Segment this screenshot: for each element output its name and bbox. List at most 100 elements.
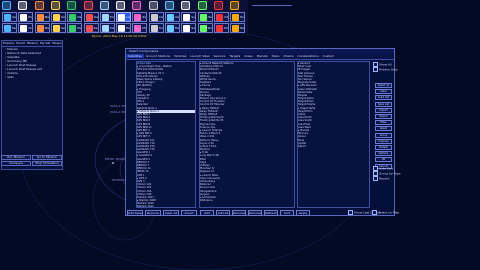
toolbar-button-sched[interactable]: Sched bbox=[50, 12, 66, 22]
help-icon[interactable] bbox=[165, 1, 174, 10]
dialog-button-add-all[interactable]: Add All bbox=[216, 210, 230, 216]
pointer-icon[interactable] bbox=[2, 1, 11, 10]
record-icon[interactable] bbox=[230, 1, 240, 10]
toolbar-button-exit[interactable]: Exit bbox=[230, 12, 246, 22]
gear-icon[interactable] bbox=[181, 1, 191, 10]
toolbar-button-calc[interactable]: Calc bbox=[148, 12, 164, 22]
toolbar-button-orbit[interactable]: Orbit bbox=[18, 23, 34, 33]
toolbar-button-plots[interactable]: Plots bbox=[18, 12, 34, 22]
satellite-list[interactable]: Active Sats ▸ Local Object Tree - Statio… bbox=[136, 61, 196, 208]
dialog-tab-custom[interactable]: Custom bbox=[321, 54, 337, 58]
panel-tab-mission[interactable]: Mission bbox=[26, 41, 39, 45]
side-button-ok[interactable]: OK bbox=[375, 157, 392, 163]
toolbar-button-help[interactable]: Help bbox=[197, 12, 213, 22]
dialog-button-remove-all[interactable]: Remove All bbox=[248, 210, 262, 216]
side-button-filter[interactable]: Filter bbox=[375, 120, 392, 126]
list-item[interactable]: Starlink 1011 bbox=[137, 205, 195, 207]
list-item[interactable]: Saturn bbox=[298, 145, 369, 148]
sensor-target-list[interactable]: ▸ Sensors Nadir Cam IR Imager SAR Antenn… bbox=[297, 61, 370, 208]
side-button-load-list[interactable]: Load List bbox=[375, 95, 392, 101]
toolbar-button-stop[interactable]: Stop bbox=[213, 23, 229, 33]
panel-button-stop-simulation[interactable]: Stop Simulation bbox=[32, 161, 62, 166]
side-button-export[interactable]: Export bbox=[375, 114, 392, 119]
toolbar-button-sats[interactable]: Sats bbox=[2, 12, 17, 22]
panel-tab-my-sat[interactable]: My Sat bbox=[39, 41, 51, 45]
orbit-icon[interactable] bbox=[18, 1, 28, 10]
toolbar-button-record[interactable]: Record bbox=[230, 23, 246, 33]
toolbar-button-view[interactable]: View bbox=[83, 12, 99, 22]
toolbar-button-info[interactable]: Info bbox=[213, 12, 229, 22]
panel-button-compare[interactable]: Compare bbox=[1, 161, 31, 166]
checkbox-box[interactable] bbox=[373, 67, 378, 72]
dialog-button-add-selected[interactable]: Add Selected bbox=[127, 210, 143, 216]
checkbox-box[interactable] bbox=[372, 210, 377, 215]
toolbar-button-log[interactable]: Log bbox=[116, 12, 132, 22]
toolbar-button-planets[interactable]: Planets bbox=[67, 23, 83, 33]
panel-tab-wrapup[interactable]: Wrapup bbox=[51, 41, 62, 45]
toolbar-button-time[interactable]: Time bbox=[99, 12, 115, 22]
ground-object-list[interactable]: ▸ Ground Network Stations Goldstone DSS-… bbox=[199, 61, 295, 208]
toolbar-button-help[interactable]: Help bbox=[165, 23, 180, 33]
side-button-details[interactable]: Details bbox=[375, 145, 392, 150]
side-button-group[interactable]: Group bbox=[375, 132, 392, 138]
toolbar-button-settings[interactable]: Settings bbox=[181, 23, 197, 33]
sensor-icon[interactable] bbox=[83, 1, 93, 10]
dialog-button-apply[interactable]: Apply bbox=[296, 210, 310, 216]
satellite-icon[interactable] bbox=[50, 1, 60, 10]
panel-tab-event[interactable]: Event bbox=[15, 41, 26, 45]
toolbar-button-run[interactable]: Run bbox=[197, 23, 213, 33]
side-button-reset[interactable]: Reset bbox=[375, 126, 392, 132]
toolbar-button-data[interactable]: Data bbox=[67, 12, 83, 22]
dialog-button-invert[interactable]: Invert bbox=[181, 210, 197, 216]
dialog-tab-vehicles[interactable]: Vehicles bbox=[172, 54, 188, 58]
checkbox-hidden-only[interactable]: Hidden Only bbox=[373, 67, 397, 72]
checkbox-box[interactable] bbox=[373, 176, 378, 181]
dialog-tab-areas[interactable]: Areas bbox=[242, 54, 254, 58]
checkbox-box[interactable] bbox=[348, 210, 353, 215]
dialog-tab-targets[interactable]: Targets bbox=[227, 54, 242, 58]
side-button-clear[interactable]: Clear bbox=[375, 89, 392, 95]
panel-button-go-to-mission[interactable]: Go to Mission bbox=[32, 155, 62, 160]
panel-tab-explore[interactable]: Explore bbox=[2, 41, 15, 45]
dialog-tab-launch-sites[interactable]: Launch Sites bbox=[188, 54, 211, 58]
side-button-import[interactable]: Import bbox=[375, 107, 392, 113]
dialog-tab-chains[interactable]: Chains bbox=[281, 54, 295, 58]
dialog-tab-planets[interactable]: Planets bbox=[255, 54, 270, 58]
toolbar-button-sync[interactable]: Sync bbox=[181, 12, 197, 22]
list-item[interactable]: Wallops Is. bbox=[200, 199, 294, 202]
dialog-button-add[interactable]: Add bbox=[200, 210, 214, 216]
toolbar-button-tools[interactable]: Tools bbox=[148, 23, 164, 33]
dialog-button-sort[interactable]: Sort bbox=[280, 210, 294, 216]
dialog-button-remove[interactable]: Remove bbox=[232, 210, 246, 216]
play-icon[interactable] bbox=[197, 1, 207, 10]
tree-item[interactable]: › Sats bbox=[2, 75, 62, 79]
toolbar-button-maneuver[interactable]: Maneuver bbox=[34, 23, 50, 33]
dialog-button-clear-all[interactable]: Clear All bbox=[163, 210, 179, 216]
checkbox-recent[interactable]: Recent bbox=[373, 176, 389, 181]
toolbar-button-maps[interactable]: Maps bbox=[34, 12, 50, 22]
toolbar-button-sim[interactable]: Sim bbox=[132, 12, 148, 22]
rocket-icon[interactable] bbox=[34, 1, 44, 10]
side-button-ungroup[interactable]: Ungroup bbox=[375, 138, 392, 144]
dialog-button-refresh[interactable]: Refresh bbox=[264, 210, 278, 216]
dialog-tab-sensors[interactable]: Sensors bbox=[212, 54, 228, 58]
dialog-tab-constellations[interactable]: Constellations bbox=[296, 54, 321, 58]
side-button-save-list[interactable]: Save List bbox=[375, 101, 392, 107]
planet-icon[interactable] bbox=[67, 1, 77, 10]
toolbar-button-select-object[interactable]: Select Object bbox=[2, 23, 17, 33]
eye-icon[interactable] bbox=[99, 1, 109, 10]
dialog-tab-stars[interactable]: Stars bbox=[270, 54, 282, 58]
stop-icon[interactable] bbox=[213, 1, 223, 10]
dialog-tab-satellites[interactable]: Satellites bbox=[126, 54, 144, 58]
side-button-options[interactable]: Options bbox=[375, 151, 392, 157]
panel-button-run-mission[interactable]: Run Mission bbox=[1, 155, 31, 160]
flag-icon[interactable] bbox=[132, 1, 142, 10]
toolbar-button-opts[interactable]: Opts bbox=[165, 12, 180, 22]
side-button-select-all[interactable]: Select All bbox=[375, 83, 392, 88]
chart-icon[interactable] bbox=[116, 1, 126, 10]
dialog-tab-ground-stations[interactable]: Ground Stations bbox=[144, 54, 172, 58]
dialog-button-remove[interactable]: Remove bbox=[145, 210, 161, 216]
wrench-icon[interactable] bbox=[148, 1, 158, 10]
toolbar-button-satellite[interactable]: Satellite bbox=[50, 23, 66, 33]
footer-check-select-on-map[interactable]: Select on Map bbox=[372, 210, 399, 215]
